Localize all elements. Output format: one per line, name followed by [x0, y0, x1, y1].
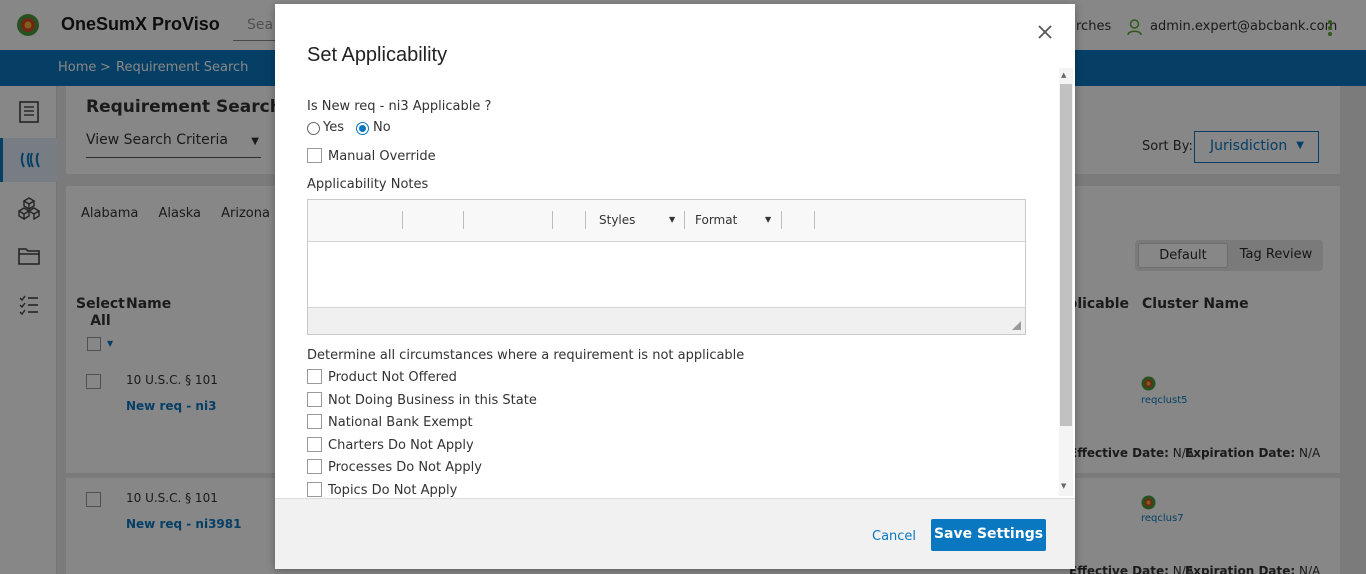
manual-override-checkbox[interactable] — [307, 148, 322, 163]
cancel-button[interactable]: Cancel — [872, 529, 916, 544]
toolbar-separator — [463, 211, 464, 229]
radio-yes-label[interactable]: Yes — [323, 120, 344, 135]
scroll-up-icon[interactable]: ▲ — [1061, 71, 1066, 79]
toolbar-separator — [585, 211, 586, 229]
toolbar-separator — [781, 211, 782, 229]
applicable-question: Is New req - ni3 Applicable ? — [307, 99, 492, 114]
dialog-title: Set Applicability — [307, 44, 448, 66]
circumstance-label[interactable]: National Bank Exempt — [328, 415, 473, 430]
caret-down-icon[interactable]: ▼ — [765, 215, 771, 224]
toolbar-separator — [402, 211, 403, 229]
dialog-footer: Cancel Save Settings — [275, 498, 1075, 569]
circumstance-label[interactable]: Processes Do Not Apply — [328, 460, 482, 475]
circumstance-checkbox[interactable] — [307, 392, 322, 407]
circumstance-label[interactable]: Charters Do Not Apply — [328, 438, 474, 453]
notes-textarea[interactable] — [308, 242, 1025, 307]
format-dropdown[interactable]: Format — [695, 213, 737, 227]
circumstance-label[interactable]: Product Not Offered — [328, 370, 457, 385]
radio-no[interactable] — [356, 122, 369, 135]
circumstance-checkbox[interactable] — [307, 414, 322, 429]
toolbar-separator — [684, 211, 685, 229]
circumstance-label[interactable]: Not Doing Business in this State — [328, 393, 537, 408]
circumstance-checkbox[interactable] — [307, 437, 322, 452]
styles-dropdown[interactable]: Styles — [599, 213, 635, 227]
editor-statusbar — [308, 307, 1025, 334]
radio-no-label[interactable]: No — [373, 120, 391, 135]
caret-down-icon[interactable]: ▼ — [669, 215, 675, 224]
circumstance-checkbox[interactable] — [307, 482, 322, 497]
circumstance-label[interactable]: Topics Do Not Apply — [328, 483, 457, 498]
circumstance-checkbox[interactable] — [307, 459, 322, 474]
dialog-scrollbar-thumb[interactable] — [1060, 84, 1072, 426]
toolbar-separator — [552, 211, 553, 229]
circumstance-checkbox[interactable] — [307, 369, 322, 384]
close-icon[interactable] — [1037, 24, 1053, 40]
resize-handle-icon[interactable] — [1012, 321, 1021, 330]
applicability-notes-editor: Styles ▼ Format ▼ — [307, 199, 1026, 335]
toolbar-separator — [814, 211, 815, 229]
set-applicability-dialog: Set Applicability ▲ ▼ Is New req - ni3 A… — [275, 4, 1075, 569]
editor-toolbar: Styles ▼ Format ▼ — [308, 200, 1025, 242]
save-settings-button[interactable]: Save Settings — [931, 519, 1046, 551]
applicability-notes-label: Applicability Notes — [307, 177, 429, 192]
radio-yes[interactable] — [307, 122, 320, 135]
manual-override-label[interactable]: Manual Override — [328, 149, 436, 164]
scroll-down-icon[interactable]: ▼ — [1061, 482, 1066, 490]
circumstances-label: Determine all circumstances where a requ… — [307, 348, 745, 363]
